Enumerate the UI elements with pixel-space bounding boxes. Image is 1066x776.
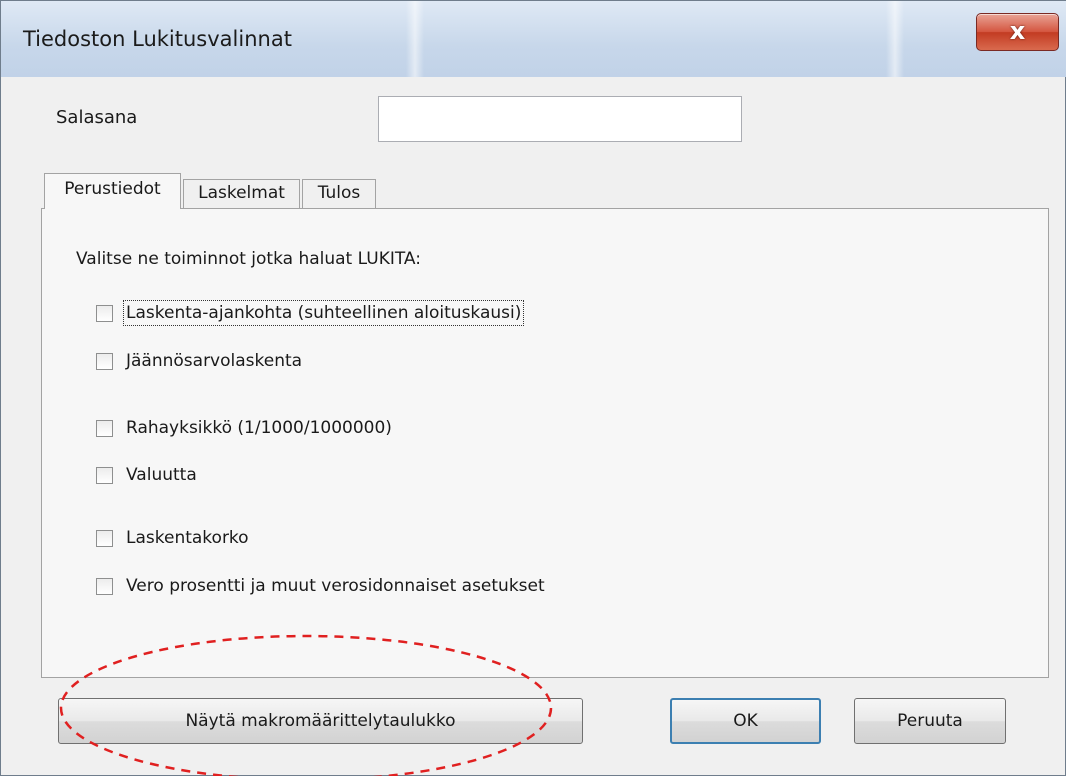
title-bar-glass-streak	[886, 1, 904, 77]
title-bar-glass-streak	[406, 1, 424, 77]
instruction-text: Valitse ne toiminnot jotka haluat LUKITA…	[76, 249, 421, 269]
checkbox-box[interactable]	[96, 530, 113, 547]
checkbox-label[interactable]: Valuutta	[126, 465, 197, 485]
tab-panel	[41, 208, 1049, 678]
ok-button[interactable]: OK	[670, 698, 821, 744]
checkbox-label[interactable]: Laskentakorko	[126, 528, 249, 548]
title-bar[interactable]: Tiedoston Lukitusvalinnat x	[1, 1, 1066, 77]
checkbox-label[interactable]: Jäännösarvolaskenta	[126, 351, 302, 371]
show-macro-table-button[interactable]: Näytä makromäärittelytaulukko	[58, 698, 583, 744]
window-title: Tiedoston Lukitusvalinnat	[23, 27, 292, 51]
checkbox-label[interactable]: Vero prosentti ja muut verosidonnaiset a…	[126, 576, 545, 596]
close-icon: x	[1009, 17, 1026, 45]
checkbox-label[interactable]: Rahayksikkö (1/1000/1000000)	[126, 418, 392, 438]
tab-perustiedot[interactable]: Perustiedot	[44, 173, 181, 209]
tab-tulos[interactable]: Tulos	[302, 179, 376, 209]
checkbox-box[interactable]	[96, 467, 113, 484]
tab-laskelmat[interactable]: Laskelmat	[183, 179, 300, 209]
checkbox-box[interactable]	[96, 420, 113, 437]
cancel-button[interactable]: Peruuta	[854, 698, 1006, 744]
close-button[interactable]: x	[976, 13, 1059, 51]
checkbox-box[interactable]	[96, 305, 113, 322]
checkbox-label[interactable]: Laskenta-ajankohta (suhteellinen aloitus…	[122, 300, 525, 326]
checkbox-box[interactable]	[96, 578, 113, 595]
password-input[interactable]	[378, 96, 742, 142]
dialog-window: Tiedoston Lukitusvalinnat x Salasana Per…	[0, 0, 1066, 776]
checkbox-box[interactable]	[96, 353, 113, 370]
password-label: Salasana	[56, 107, 138, 128]
